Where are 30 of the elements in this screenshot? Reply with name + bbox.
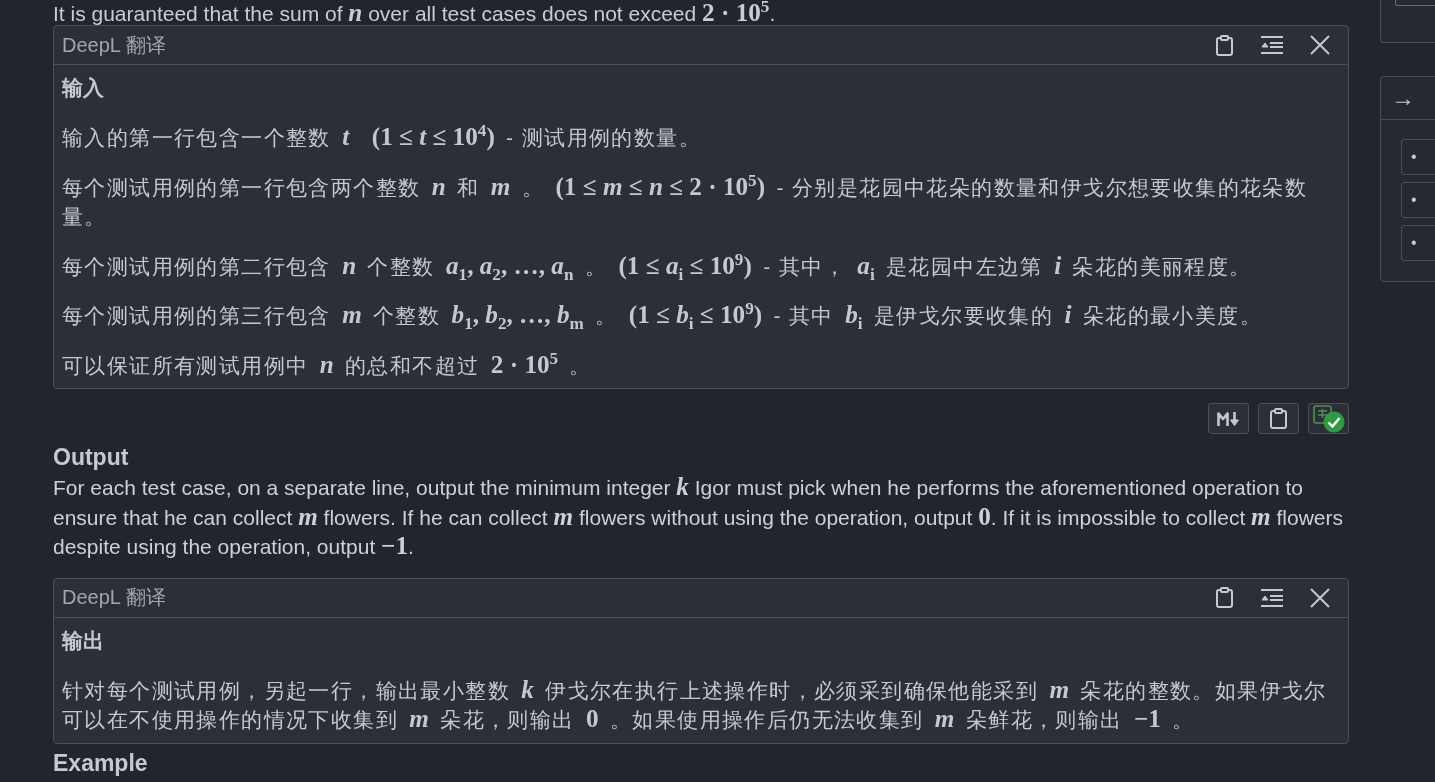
close-icon — [1310, 587, 1330, 608]
translate-button[interactable] — [1308, 403, 1349, 435]
markdown-icon — [1216, 411, 1241, 426]
copy-button[interactable] — [1258, 403, 1299, 435]
sidebar-item[interactable]: • — [1401, 225, 1435, 261]
clipboard-icon — [1215, 34, 1233, 56]
section-heading: Example — [53, 750, 149, 776]
sidebar-item[interactable]: • — [1401, 182, 1435, 218]
section-heading: Output — [53, 445, 130, 471]
translation-heading: 输出 — [62, 627, 105, 654]
sidebar-title: → — [1391, 84, 1415, 112]
translated-paragraph: 每个测试用例的第一行包含两个整数 n 和 m 。 (1 ≤ m ≤ n ≤ 2 · 10$^{5}$) - 分别是花园中花朵的数量和伊戈尔想要收集的花朵数量。 — [62, 172, 1309, 231]
indent-icon — [1261, 36, 1283, 55]
translation-provider: DeepL 翻译 — [62, 32, 166, 58]
translation-provider: DeepL 翻译 — [62, 585, 166, 611]
translated-paragraph: 针对每个测试用例，另起一行，输出最小整数 k 伊戈尔在执行上述操作时，必须采到确保他能采到 m 朵花的整数。如果伊戈尔可以在不使用操作的情况下收集到 m 朵花，则输出 0 。如果使用操作后仍无法收集到 m 朵鲜花，则输出 −1 。 — [62, 675, 1328, 735]
document-check-icon — [1312, 404, 1345, 433]
translated-paragraph: 每个测试用例的第三行包含 m 个整数 b$_{1}$, b$_{2}$, …, b$_{m}$ 。 (1 ≤ b$_{i}$ ≤ 10$^{9}$) - 其中 b$_{i}$ 是伊戈尔要收集的 i 朵花的最小美度。 — [62, 301, 1263, 331]
statement-paragraph: For each test case, on a separate line, output the minimum integer k Igor must pick when he performs the aforementioned operation to ensure that he can collect m flowers. If he can collect m flowers without using the operation, output 0. If it is impossible to collect m flowers despite using the operation, output −1. — [53, 473, 1345, 562]
translated-paragraph: 可以保证所有测试用例中 n 的总和不超过 2 · 10$^{5}$ 。 — [62, 350, 593, 380]
close-icon — [1310, 35, 1330, 56]
sidebar-item[interactable]: • — [1401, 139, 1435, 175]
markdown-button[interactable] — [1208, 403, 1249, 435]
translated-paragraph: 输入的第一行包含一个整数 t (1 ≤ t ≤ 10$^{4}$) - 测试用例的数量。 — [62, 123, 702, 153]
clipboard-icon — [1270, 408, 1287, 430]
translation-heading: 输入 — [62, 75, 105, 102]
statement-paragraph: It is guaranteed that the sum of n over all test cases does not exceed 2 · 10$^{5}$. — [53, 0, 777, 26]
translated-paragraph: 每个测试用例的第二行包含 n 个整数 a$_{1}$, a$_{2}$, …, a$_{n}$ 。 (1 ≤ a$_{i}$ ≤ 10$^{9}$) - 其中， a$_{i}$ 是花园中左边第 i 朵花的美丽程度。 — [62, 251, 1253, 282]
clipboard-icon — [1215, 587, 1233, 609]
indent-icon — [1261, 588, 1283, 607]
